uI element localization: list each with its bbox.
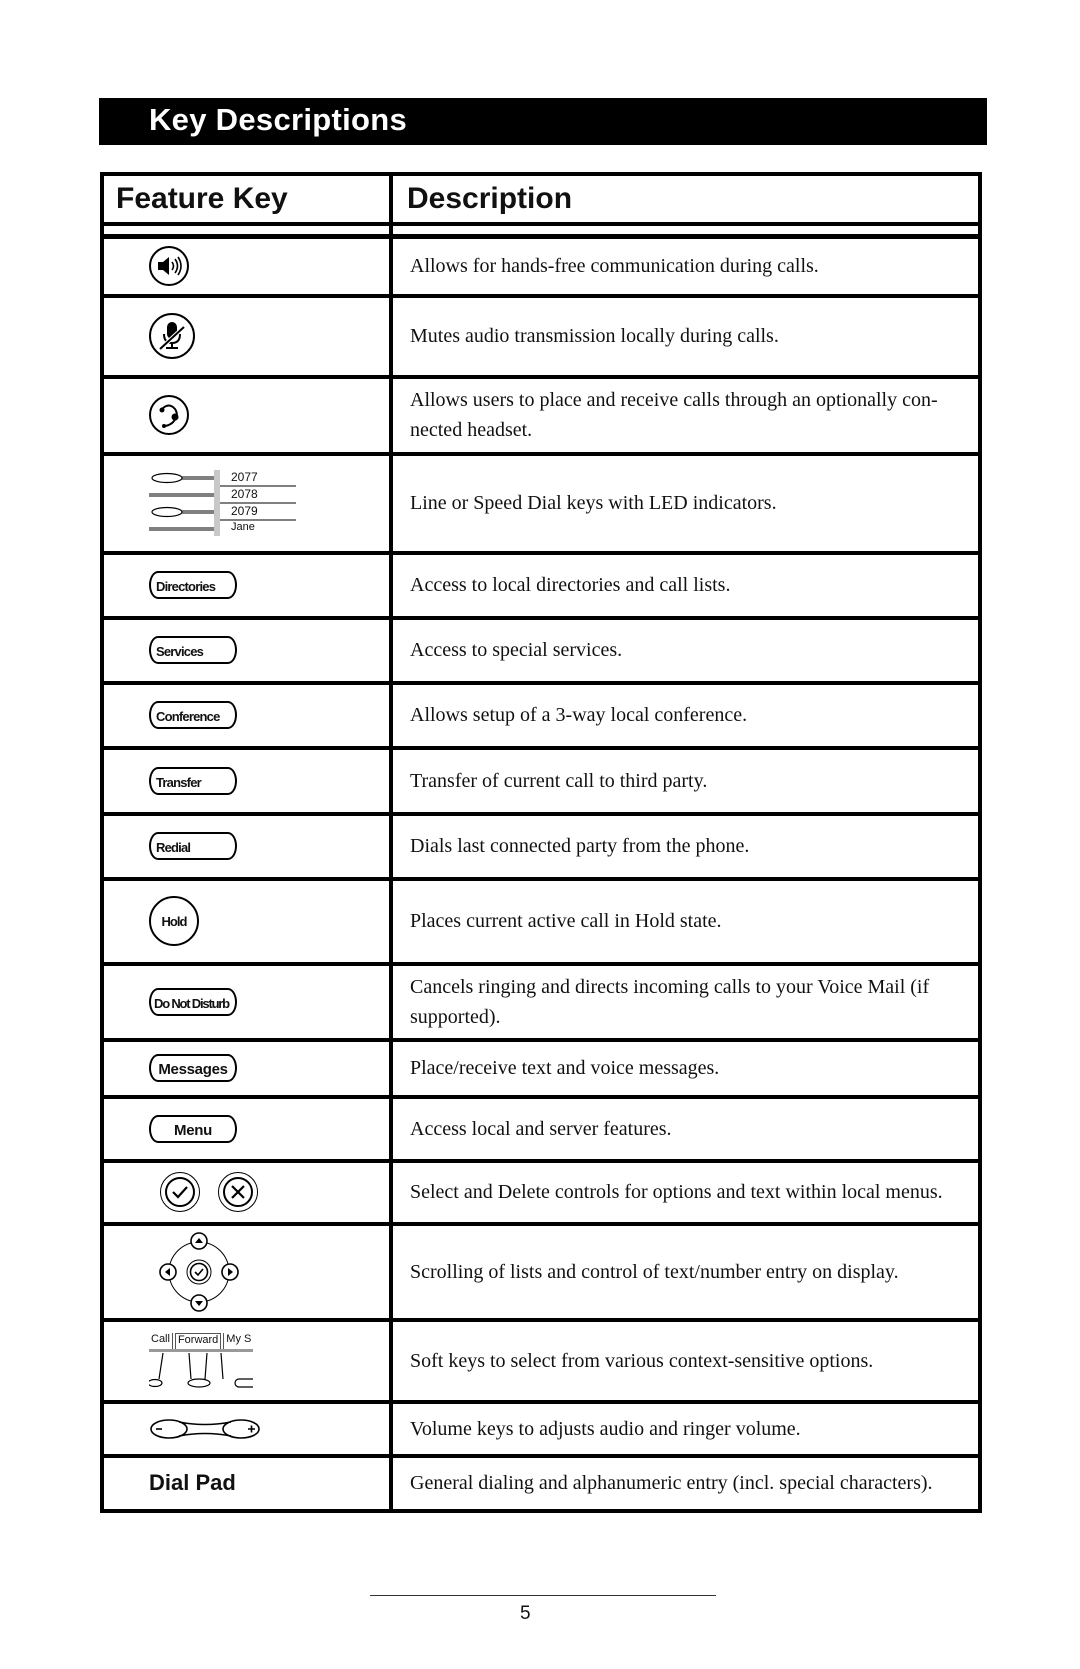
table-row: Dial Pad General dialing and alphanumeri… — [100, 1453, 982, 1513]
row-description: Soft keys to select from various context… — [389, 1317, 982, 1404]
redial-key: Redial — [149, 832, 237, 860]
select-check-icon — [160, 1172, 200, 1212]
hold-key-label: Hold — [161, 913, 188, 929]
row-description: Access to special services. — [389, 615, 982, 685]
row-description: Line or Speed Dial keys with LED indicat… — [389, 451, 982, 555]
row-description: Allows setup of a 3-way local conference… — [389, 680, 982, 750]
table-row: Transfer Transfer of current call to thi… — [100, 745, 982, 816]
table-header-row: Feature Key Description — [100, 172, 982, 226]
row-description: Access to local directories and call lis… — [389, 550, 982, 620]
volume-keys-icon — [150, 1418, 260, 1439]
services-key: Services — [149, 636, 237, 664]
messages-key: Messages — [149, 1054, 237, 1082]
table-row: Conference Allows setup of a 3-way local… — [100, 680, 982, 750]
table-row: Allows users to place and receive calls … — [100, 374, 982, 456]
soft-key-label: My S — [223, 1332, 253, 1349]
row-description: Allows users to place and receive calls … — [389, 374, 982, 456]
line-label: Jane — [231, 521, 255, 533]
table-row: Menu Access local and server features. — [100, 1094, 982, 1163]
do-not-disturb-key: Do Not Disturb — [149, 987, 237, 1016]
transfer-key: Transfer — [149, 766, 237, 795]
table-row: Volume keys to adjusts audio and ringer … — [100, 1399, 982, 1458]
soft-key-label: Call — [149, 1332, 173, 1349]
header-description: Description — [389, 172, 982, 226]
table-row: Hold Places current active call in Hold … — [100, 876, 982, 966]
soft-key-label: Forward — [174, 1332, 222, 1349]
table-row: Directories Access to local directories … — [100, 550, 982, 620]
row-description: Places current active call in Hold state… — [389, 876, 982, 966]
header-feature-key: Feature Key — [100, 172, 393, 226]
line-label: 2077 — [231, 470, 258, 484]
table-row: Messages Place/receive text and voice me… — [100, 1037, 982, 1099]
soft-keys-icon: Call Forward My S — [149, 1332, 253, 1389]
headset-icon — [149, 395, 189, 435]
conference-key: Conference — [149, 701, 237, 729]
table-row: Services Access to special services. — [100, 615, 982, 685]
table-row: Allows for hands-free communication duri… — [100, 234, 982, 298]
table-row: Mutes audio transmission locally during … — [100, 293, 982, 379]
key-descriptions-table: Feature Key Description Allows for hands… — [100, 172, 982, 1513]
row-description: General dialing and alphanumeric entry (… — [389, 1453, 982, 1513]
section-title: Key Descriptions — [149, 102, 408, 137]
section-title-bar: Key Descriptions — [99, 98, 987, 145]
row-description: Cancels ringing and directs incoming cal… — [389, 961, 982, 1042]
line-label: 2079 — [231, 504, 258, 518]
line-keys-icon: 2077 2078 2079 Jane — [149, 470, 297, 536]
directories-key: Directories — [149, 571, 237, 599]
row-description: Transfer of current call to third party. — [389, 745, 982, 816]
row-description: Scrolling of lists and control of text/n… — [389, 1221, 982, 1322]
row-description: Select and Delete controls for options a… — [389, 1158, 982, 1226]
speakerphone-icon — [149, 246, 189, 287]
row-description: Volume keys to adjusts audio and ringer … — [389, 1399, 982, 1458]
delete-x-icon — [218, 1172, 258, 1212]
table-row: 2077 2078 2079 Jane Line or Speed Dial k… — [100, 451, 982, 555]
row-description: Dials last connected party from the phon… — [389, 811, 982, 881]
table-row: Select and Delete controls for options a… — [100, 1158, 982, 1226]
row-description: Mutes audio transmission locally during … — [389, 293, 982, 379]
navigation-pad-icon — [159, 1231, 239, 1312]
select-delete-icons — [159, 1171, 389, 1213]
row-description: Allows for hands-free communication duri… — [389, 234, 982, 298]
table-row: Redial Dials last connected party from t… — [100, 811, 982, 881]
row-description: Access local and server features. — [389, 1094, 982, 1163]
hold-key: Hold — [149, 896, 199, 946]
table-row: Do Not Disturb Cancels ringing and direc… — [100, 961, 982, 1042]
table-row: Scrolling of lists and control of text/n… — [100, 1221, 982, 1322]
row-description: Place/receive text and voice messages. — [389, 1037, 982, 1099]
mute-microphone-icon — [149, 313, 195, 359]
footer-rule — [370, 1595, 716, 1596]
table-row: Call Forward My S Soft keys to select fr… — [100, 1317, 982, 1404]
menu-key: Menu — [149, 1114, 237, 1143]
page-number: 5 — [520, 1603, 531, 1624]
line-label: 2078 — [231, 487, 258, 501]
dial-pad-label: Dial Pad — [100, 1453, 393, 1513]
